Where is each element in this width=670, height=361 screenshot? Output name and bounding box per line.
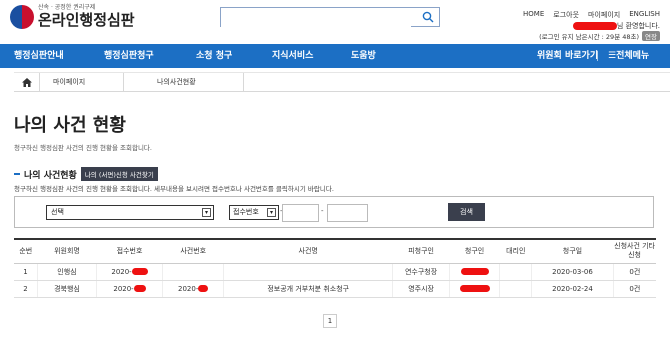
- page-description: 청구하신 행정심판 사건의 진행 현황을 조회합니다.: [14, 144, 152, 152]
- breadcrumb-divider: [243, 73, 244, 92]
- col-committee: 위원회명: [37, 238, 97, 264]
- nav-item-knowledge[interactable]: 지식서비스: [272, 44, 313, 68]
- cell-date: 2020-03-06: [531, 263, 614, 281]
- cell-claimant: [448, 263, 500, 281]
- cell-case-no: [162, 263, 224, 281]
- cell-no: 1: [14, 263, 38, 281]
- nav-item-claim[interactable]: 행정심판청구: [104, 44, 154, 68]
- redacted-mark: [198, 285, 209, 292]
- number-part2-input[interactable]: [327, 204, 368, 222]
- nav-divider: [597, 51, 598, 61]
- dash-separator: -: [321, 207, 324, 215]
- cell-claimant: [448, 280, 500, 298]
- breadcrumb-my-cases[interactable]: 나의사건현황: [157, 73, 196, 92]
- cell-case-no[interactable]: 2020-: [162, 280, 224, 298]
- case-table: 순번 위원회명 접수번호 사건번호 사건명 피청구인 청구인 대리인 청구일 신…: [14, 238, 656, 298]
- redacted-mark: [460, 268, 489, 275]
- cell-date: 2020-02-24: [531, 280, 614, 298]
- all-menu-button[interactable]: ☰전체메뉴: [608, 44, 649, 68]
- section-description: 청구하신 행정심판 사건의 진행 현황을 조회합니다. 세부내용을 보시려면 접…: [14, 185, 334, 193]
- col-case-name: 사건명: [223, 238, 393, 264]
- col-other: 신청사건 기타신청: [613, 238, 656, 264]
- section-title: 나의 사건현황: [24, 170, 77, 181]
- chevron-down-icon: ▾: [202, 208, 211, 217]
- cell-receipt[interactable]: 2020-: [95, 263, 163, 281]
- committee-select[interactable]: 선택 ▾: [46, 205, 214, 220]
- col-receipt: 접수번호: [96, 238, 163, 264]
- committee-select-value: 선택: [51, 208, 64, 216]
- cell-case-name: [223, 263, 393, 281]
- main-nav: 행정심판안내 행정심판청구 소청 청구 지식서비스 도움방 위원회 바로가기 ☰…: [0, 44, 670, 68]
- section-header: 나의 사건현황 나의 (서면)신청 사건찾기: [14, 167, 158, 181]
- col-claimant: 청구인: [449, 238, 500, 264]
- government-emblem-icon: [10, 4, 34, 29]
- cell-committee: 경북행심: [37, 280, 97, 298]
- table-row: 2 경북행심 2020- 2020- 정보공개 거부처분 취소청구 영주시장 2…: [14, 280, 656, 298]
- case-no-link[interactable]: 2020-: [178, 285, 198, 293]
- breadcrumb-divider: [123, 73, 124, 92]
- search-icon[interactable]: [422, 11, 434, 23]
- extend-session-button[interactable]: 연장: [642, 31, 660, 41]
- cell-other: 0건: [612, 263, 656, 281]
- redacted-mark: [131, 268, 148, 275]
- col-case-no: 사건번호: [162, 238, 224, 264]
- cell-respondent: 영주시장: [392, 280, 450, 298]
- cell-case-name: 정보공개 거부처분 취소청구: [223, 280, 393, 298]
- search-input[interactable]: [221, 12, 411, 30]
- search-button[interactable]: 검색: [448, 203, 485, 221]
- col-date: 청구일: [531, 238, 614, 264]
- site-logo[interactable]: 산속 · 공정한 권리구제 온라인행정심판: [10, 4, 135, 29]
- breadcrumb-mypage[interactable]: 마이페이지: [53, 73, 85, 92]
- cell-committee: 인행심: [37, 263, 97, 281]
- home-link[interactable]: HOME: [523, 10, 544, 20]
- logout-link[interactable]: 로그아웃: [553, 10, 579, 20]
- cell-no: 2: [14, 280, 38, 298]
- english-link[interactable]: ENGLISH: [629, 10, 660, 20]
- chevron-down-icon: ▾: [267, 208, 276, 217]
- table-header-row: 순번 위원회명 접수번호 사건번호 사건명 피청구인 청구인 대리인 청구일 신…: [14, 238, 656, 264]
- welcome-suffix: 님 환영합니다.: [616, 22, 660, 30]
- redacted-mark: [133, 285, 146, 292]
- cell-agent: [499, 263, 532, 281]
- cell-respondent: 연수구청장: [392, 263, 450, 281]
- search-box: [220, 7, 440, 30]
- session-timer: (로그인 유지 남은시간 : 29분 48초) 연장: [539, 31, 660, 41]
- search-type-value: 접수번호: [233, 208, 259, 216]
- col-respondent: 피청구인: [392, 238, 450, 264]
- committee-link[interactable]: 위원회 바로가기: [537, 44, 598, 68]
- receipt-link[interactable]: 2020-: [111, 268, 131, 276]
- col-agent: 대리인: [499, 238, 532, 264]
- cell-receipt[interactable]: 2020-: [95, 280, 163, 298]
- home-icon: [21, 78, 32, 87]
- utility-menu: HOME 로그아웃 마이페이지 ENGLISH: [523, 10, 660, 20]
- table-row: 1 인행심 2020- 연수구청장 2020-03-06 0건: [14, 263, 656, 281]
- nav-item-appeal[interactable]: 소청 청구: [196, 44, 232, 68]
- receipt-link[interactable]: 2020-: [113, 285, 133, 293]
- redacted-mark: [459, 285, 490, 292]
- header: 산속 · 공정한 권리구제 온라인행정심판 HOME 로그아웃 마이페이지 EN…: [0, 0, 670, 42]
- breadcrumb: 마이페이지 나의사건현황: [14, 72, 670, 92]
- logo-title: 온라인행정심판: [38, 11, 135, 29]
- nav-item-guide[interactable]: 행정심판안내: [14, 44, 64, 68]
- find-my-cases-button[interactable]: 나의 (서면)신청 사건찾기: [80, 167, 158, 181]
- pagination-page-button[interactable]: 1: [323, 314, 337, 328]
- session-text: (로그인 유지 남은시간 : 29분 48초): [539, 33, 640, 41]
- search-type-select[interactable]: 접수번호 ▾: [229, 205, 279, 220]
- page-title: 나의 사건 현황: [14, 115, 126, 136]
- col-no: 순번: [14, 238, 38, 264]
- number-part1-input[interactable]: [282, 204, 319, 222]
- home-button[interactable]: [14, 73, 40, 92]
- welcome-message: 님 환영합니다.: [572, 21, 660, 31]
- nav-item-help[interactable]: 도움방: [351, 44, 376, 68]
- cell-other: 0건: [612, 280, 656, 298]
- section-bullet-icon: [14, 173, 20, 175]
- mypage-link[interactable]: 마이페이지: [588, 10, 620, 20]
- case-search-panel: 선택 ▾ 접수번호 ▾ - - 검색: [14, 196, 654, 228]
- redacted-user-name: [572, 22, 617, 30]
- cell-agent: [499, 280, 532, 298]
